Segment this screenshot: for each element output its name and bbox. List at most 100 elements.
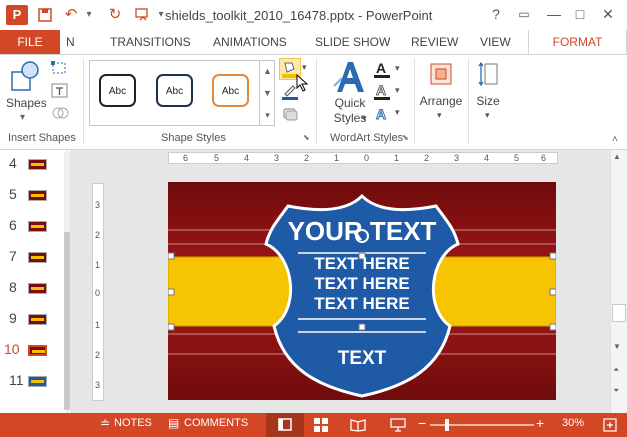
previous-slide-icon[interactable]: ⏶	[613, 365, 619, 375]
scroll-up-icon[interactable]: ▲	[613, 152, 621, 161]
undo-dropdown-icon[interactable]: ▾	[80, 5, 98, 25]
tab-review[interactable]: REVIEW	[411, 30, 458, 54]
ribbon-display-options-icon[interactable]: ▭	[514, 4, 534, 24]
resize-handle[interactable]	[549, 288, 556, 296]
ruler-tick-label: 2	[95, 350, 101, 360]
zoom-out-icon[interactable]: −	[418, 415, 426, 431]
ruler-tick-label: 1	[95, 260, 101, 270]
gallery-down-icon[interactable]: ▼	[260, 82, 275, 104]
slide-thumbnail[interactable]	[28, 252, 47, 263]
quick-styles-icon[interactable]	[331, 58, 367, 96]
text-fill-icon[interactable]: A	[372, 60, 394, 80]
shape-effects-icon[interactable]	[281, 104, 299, 122]
ruler-tick-label: 2	[424, 153, 430, 163]
notes-icon[interactable]: ≐	[100, 416, 110, 430]
zoom-in-icon[interactable]: +	[536, 415, 544, 431]
edit-shape-icon[interactable]	[50, 60, 70, 78]
resize-handle[interactable]	[358, 323, 366, 331]
slide-thumbnail[interactable]	[28, 376, 47, 387]
resize-handle[interactable]	[549, 323, 556, 331]
text-outline-dropdown-icon[interactable]: ▾	[395, 85, 400, 96]
gallery-more-icon[interactable]: ▾	[260, 104, 275, 126]
ruler-tick-label: 6	[183, 153, 189, 163]
slide-thumbnail[interactable]	[28, 221, 47, 232]
shapes-icon[interactable]	[9, 60, 45, 96]
slide-title-text[interactable]: YOUR TEXT	[262, 216, 462, 247]
resize-handle[interactable]	[168, 323, 175, 331]
merge-shapes-icon[interactable]	[50, 104, 70, 122]
zoom-level[interactable]: 30%	[562, 417, 584, 429]
size-icon[interactable]	[477, 60, 501, 88]
tab-slide-show[interactable]: SLIDE SHOW	[315, 30, 390, 54]
text-effects-icon[interactable]: A	[372, 104, 394, 124]
redo-icon[interactable]: ↻	[106, 5, 124, 25]
collapse-ribbon-icon[interactable]: ˄	[612, 134, 618, 145]
tab-animations[interactable]: ANIMATIONS	[213, 30, 287, 54]
scroll-down-icon[interactable]: ▼	[613, 342, 621, 351]
text-box-icon[interactable]	[50, 82, 70, 100]
start-from-beginning-icon[interactable]	[134, 5, 152, 25]
slide-thumbnail[interactable]	[28, 190, 47, 201]
shape-style-preset-1[interactable]: Abc	[99, 74, 136, 107]
next-slide-icon[interactable]: ⏷	[613, 386, 619, 396]
tab-transitions[interactable]: TRANSITIONS	[110, 30, 191, 54]
minimize-button[interactable]: —	[544, 4, 564, 24]
help-button[interactable]: ?	[486, 4, 506, 24]
save-icon[interactable]	[36, 5, 54, 25]
slide-canvas[interactable]: YOUR TEXT TEXT HERE TEXT HERE TEXT HERE …	[168, 182, 556, 400]
ruler-tick-label: 3	[95, 200, 101, 210]
shape-outline-icon[interactable]	[281, 82, 299, 100]
size-button[interactable]: Size	[474, 94, 502, 108]
scroll-thumb[interactable]	[612, 304, 626, 322]
slide-thumbnail[interactable]	[28, 283, 47, 294]
zoom-slider-thumb[interactable]	[445, 419, 449, 431]
slide-footer-text[interactable]: TEXT	[262, 348, 462, 370]
tab-file[interactable]: FILE	[0, 30, 60, 54]
slide-body-line: TEXT HERE	[314, 274, 410, 293]
text-outline-icon[interactable]: A	[372, 82, 394, 102]
text-fill-dropdown-icon[interactable]: ▾	[395, 63, 400, 74]
shape-styles-launcher-icon[interactable]: ⬊	[303, 133, 310, 142]
quick-styles-label-1[interactable]: Quick	[330, 96, 370, 110]
comments-icon[interactable]: ▤	[168, 416, 179, 430]
reading-view-icon[interactable]	[350, 418, 366, 432]
shape-fill-dropdown-icon[interactable]: ▾	[302, 62, 307, 73]
resize-handle[interactable]	[168, 252, 175, 260]
notes-button[interactable]: NOTES	[114, 417, 152, 429]
arrange-dropdown-icon[interactable]: ▾	[437, 110, 442, 121]
close-button[interactable]: ✕	[598, 4, 618, 24]
tab-design-partial[interactable]: N	[66, 30, 75, 54]
text-effects-dropdown-icon[interactable]: ▾	[395, 107, 400, 118]
slide-number: 9	[9, 310, 17, 326]
resize-handle[interactable]	[549, 252, 556, 260]
quick-styles-dropdown-icon[interactable]: ▾	[362, 113, 367, 124]
wordart-styles-launcher-icon[interactable]: ⬊	[402, 133, 409, 142]
maximize-button[interactable]: □	[570, 4, 590, 24]
tab-format[interactable]: FORMAT	[528, 30, 627, 55]
ruler-tick-label: 4	[484, 153, 490, 163]
gallery-up-icon[interactable]: ▲	[260, 60, 275, 82]
resize-handle[interactable]	[168, 288, 175, 296]
slide-thumbnail-selected[interactable]	[28, 345, 47, 356]
shape-style-preset-2[interactable]: Abc	[156, 74, 193, 107]
arrange-icon[interactable]	[427, 60, 455, 88]
slide-show-icon[interactable]	[390, 418, 406, 432]
vertical-scrollbar[interactable]: ▲ ▼ ⏶ ⏷	[610, 150, 627, 413]
slide-sorter-icon[interactable]	[314, 418, 328, 432]
tab-view[interactable]: VIEW	[480, 30, 511, 54]
slide-thumbnail[interactable]	[28, 159, 47, 170]
normal-view-button[interactable]	[266, 413, 304, 437]
shape-style-preset-3[interactable]: Abc	[212, 74, 249, 107]
comments-button[interactable]: COMMENTS	[184, 417, 248, 429]
arrange-button[interactable]: Arrange	[418, 94, 464, 108]
ruler-tick-label: 5	[214, 153, 220, 163]
gallery-scroll[interactable]: ▲ ▼ ▾	[259, 60, 275, 126]
slide-body-text[interactable]: TEXT HERE TEXT HERE TEXT HERE	[262, 254, 462, 314]
fit-slide-icon[interactable]	[603, 418, 617, 432]
shapes-dropdown-icon[interactable]: ▾	[20, 112, 25, 123]
shapes-button[interactable]: Shapes	[6, 96, 47, 110]
svg-text:A: A	[376, 106, 386, 122]
undo-icon[interactable]: ↶	[62, 5, 80, 25]
slide-thumbnail[interactable]	[28, 314, 47, 325]
size-dropdown-icon[interactable]: ▾	[485, 110, 490, 121]
